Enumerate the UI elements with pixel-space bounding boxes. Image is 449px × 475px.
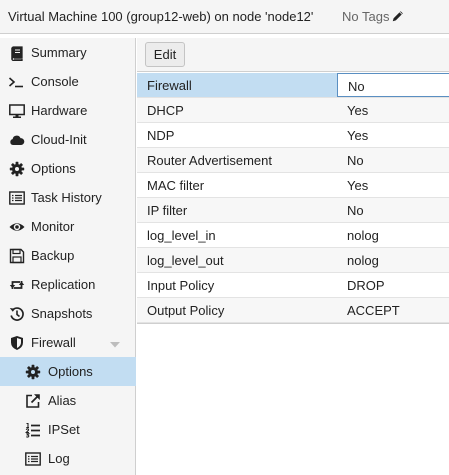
sidebar-item-label: IPSet [48,422,80,437]
sidebar-item-label: Options [31,161,76,176]
pencil-icon[interactable] [391,9,405,23]
sidebar-item-firewall-ipset[interactable]: IPSet [0,415,136,444]
sidebar-item-label: Options [48,364,93,379]
sidebar-item-label: Replication [31,277,96,292]
retweet-icon [9,277,25,293]
sidebar-item-label: Summary [31,45,87,60]
table-row[interactable]: NDP Yes [137,123,449,148]
option-value: No [347,203,364,218]
table-row[interactable]: Input Policy DROP [137,273,449,298]
sidebar-item-console[interactable]: Console [0,67,136,96]
option-name: NDP [147,128,175,143]
edit-button[interactable]: Edit [145,42,185,67]
shield-icon [9,335,25,351]
option-name: log_level_out [147,253,224,268]
option-name: Input Policy [147,278,215,293]
firewall-options-panel: Edit Firewall No DHCP Yes NDP Yes Router… [137,38,449,475]
sidebar-item-hardware[interactable]: Hardware [0,96,136,125]
table-row[interactable]: MAC filter Yes [137,173,449,198]
sidebar-item-backup[interactable]: Backup [0,241,136,270]
sidebar-item-label: Firewall [31,335,76,350]
eye-icon [9,219,25,235]
sidebar-item-replication[interactable]: Replication [0,270,136,299]
option-value: Yes [347,178,369,193]
sidebar-item-firewall-options[interactable]: Options [0,357,136,386]
sidebar-item-options[interactable]: Options [0,154,136,183]
list-icon [9,190,25,206]
sidebar-item-label: Task History [31,190,102,205]
sidebar-item-monitor[interactable]: Monitor [0,212,136,241]
option-name: IP filter [147,203,188,218]
option-value: DROP [347,278,385,293]
sidebar-item-label: Snapshots [31,306,93,321]
sidebar-item-label: Monitor [31,219,75,234]
sidebar-item-summary[interactable]: Summary [0,38,136,67]
external-link-icon [25,393,41,409]
monitor-icon [9,103,25,119]
table-row[interactable]: Output Policy ACCEPT [137,298,449,323]
table-row[interactable]: IP filter No [137,198,449,223]
title-bar: Virtual Machine 100 (group12-web) on nod… [0,0,449,34]
gear-icon [25,364,41,380]
option-value: Yes [347,103,369,118]
sidebar-item-firewall-alias[interactable]: Alias [0,386,136,415]
option-value: No [347,153,364,168]
sidebar-item-label: Console [31,74,79,89]
option-name: MAC filter [147,178,205,193]
sidebar-item-label: Cloud-Init [31,132,87,147]
option-name: Router Advertisement [147,153,273,168]
cloud-icon [9,132,25,148]
history-icon [9,306,25,322]
gear-icon [9,161,25,177]
page-title: Virtual Machine 100 (group12-web) on nod… [8,9,314,24]
list-ol-icon [25,422,41,438]
option-value: ACCEPT [347,303,400,318]
sidebar-item-firewall-log[interactable]: Log [0,444,136,473]
option-value: Yes [347,128,369,143]
vm-sidebar-nav: Summary Console Hardware Cloud-Init Opti… [0,38,136,475]
toolbar: Edit [137,38,449,72]
option-name: log_level_in [147,228,216,243]
save-icon [9,248,25,264]
table-row[interactable]: log_level_in nolog [137,223,449,248]
sidebar-item-label: Backup [31,248,75,263]
option-name: DHCP [147,103,184,118]
terminal-icon [8,74,24,90]
grid-divider [137,323,449,324]
option-name: Firewall [147,78,192,93]
sidebar-item-task-history[interactable]: Task History [0,183,136,212]
option-value: No [337,73,449,97]
tags-editor[interactable]: No Tags [342,9,405,24]
sidebar-item-label: Hardware [31,103,88,118]
table-row[interactable]: DHCP Yes [137,98,449,123]
sidebar-item-label: Log [48,451,70,466]
list-icon [25,451,41,467]
sidebar-item-cloud-init[interactable]: Cloud-Init [0,125,136,154]
sidebar-item-label: Alias [48,393,77,408]
chevron-down-icon[interactable] [109,338,121,348]
option-name: Output Policy [147,303,225,318]
table-row[interactable]: Firewall No [137,73,449,98]
tags-label: No Tags [342,9,390,24]
sidebar-item-firewall[interactable]: Firewall [0,328,136,357]
option-value: nolog [347,228,379,243]
table-row[interactable]: log_level_out nolog [137,248,449,273]
table-row[interactable]: Router Advertisement No [137,148,449,173]
book-icon [9,45,25,61]
option-value: nolog [347,253,379,268]
sidebar-item-snapshots[interactable]: Snapshots [0,299,136,328]
